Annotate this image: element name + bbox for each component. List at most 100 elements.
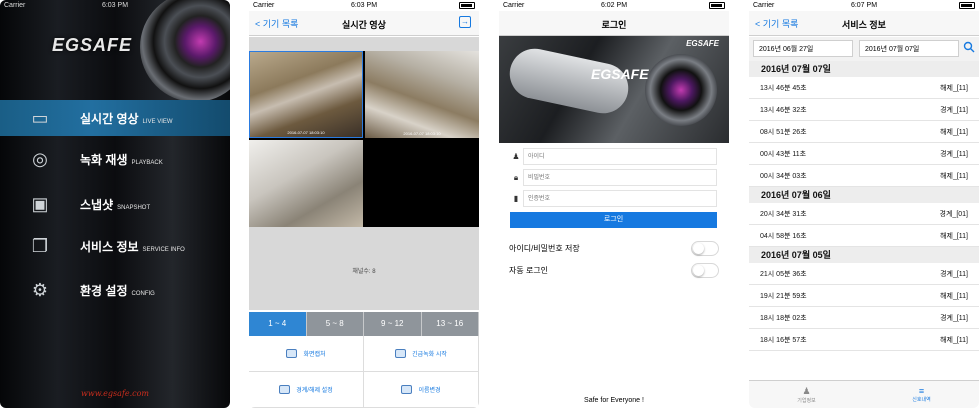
date-from-input[interactable] xyxy=(753,40,853,57)
camera-icon xyxy=(286,349,298,358)
list-item[interactable]: 04시 58분 16초 해제_[11] xyxy=(749,225,979,247)
list-icon: ≡ xyxy=(918,386,925,396)
date-section-header: 2016년 07월 07일 xyxy=(749,61,979,77)
search-icon[interactable] xyxy=(963,41,975,53)
list-item[interactable]: 13시 46분 45초 해제_[11] xyxy=(749,77,979,99)
user-icon: ♟ xyxy=(512,152,520,161)
tab-channels-1-4[interactable]: 1 ~ 4 xyxy=(249,312,307,336)
menu-label-ko: 녹화 재생 xyxy=(80,152,128,167)
login-button[interactable]: 로그인 xyxy=(510,212,717,228)
menu-label-en: PLAYBACK xyxy=(131,159,163,166)
event-type: 해제_[11] xyxy=(940,336,968,344)
save-credentials-toggle[interactable] xyxy=(691,240,719,256)
hero-banner: EGSAFE EGSAFE xyxy=(499,36,729,143)
tab-signal-history[interactable]: ≡ 신호내역 xyxy=(864,381,979,408)
event-time: 21시 05분 36초 xyxy=(760,270,807,278)
event-time: 20시 34분 31초 xyxy=(760,210,807,218)
camera-tile[interactable]: 2016-07-07 18:03:10 xyxy=(365,51,479,138)
menu-label-en: LIVE VIEW xyxy=(142,118,173,125)
camera-tile[interactable] xyxy=(365,140,479,227)
list-item[interactable]: 08시 51분 26초 해제_[11] xyxy=(749,121,979,143)
tab-company-info[interactable]: ♟ 기업정보 xyxy=(749,381,864,408)
save-credentials-label: 아이디/비밀번호 저장 xyxy=(509,243,580,253)
egsafe-logo: EGSAFE xyxy=(52,35,133,55)
auth-code-input[interactable] xyxy=(523,190,717,207)
menu-label-en: SNAPSHOT xyxy=(117,204,151,211)
save-credentials-row: 아이디/비밀번호 저장 xyxy=(509,239,719,257)
tab-channels-5-8[interactable]: 5 ~ 8 xyxy=(306,312,364,336)
device-icon: ▮ xyxy=(513,194,519,203)
event-type: 해제_[11] xyxy=(940,84,968,92)
rename-button[interactable]: 이름변경 xyxy=(364,372,479,408)
auto-login-toggle[interactable] xyxy=(691,262,719,278)
event-type: 해제_[11] xyxy=(940,172,968,180)
list-item[interactable]: 13시 46분 32초 경계_[11] xyxy=(749,99,979,121)
status-time: 6:07 PM xyxy=(850,2,878,9)
action-grid: 화면캡처 긴급녹화 시작 경계/해제 설정 이름변경 xyxy=(249,336,479,408)
menu-item-config[interactable]: ⚙ 환경 설정 CONFIG xyxy=(0,272,230,308)
menu-label-en: CONFIG xyxy=(131,290,155,297)
status-bar: Carrier 6:07 PM xyxy=(749,0,979,11)
page-title: 실시간 영상 xyxy=(342,20,386,30)
event-time: 08시 51분 26초 xyxy=(760,128,807,136)
film-reel-icon: ◎ xyxy=(32,149,48,169)
gear-icon: ⚙ xyxy=(31,280,49,300)
event-type: 해제_[11] xyxy=(940,128,968,136)
channel-tabs: 1 ~ 4 5 ~ 8 9 ~ 12 13 ~ 16 xyxy=(249,312,479,336)
list-item[interactable]: 18시 16분 57초 해제_[11] xyxy=(749,329,979,351)
emergency-record-button[interactable]: 긴급녹화 시작 xyxy=(364,336,479,372)
camera-lens-graphic xyxy=(645,54,717,126)
footer-slogan: Safe for Everyone ! xyxy=(584,397,644,404)
action-label: 화면캡처 xyxy=(303,352,326,358)
menu-item-service-info[interactable]: ❐ 서비스 정보 SERVICE INFO xyxy=(0,228,230,264)
camera-timestamp: 2016-07-07 18:03:10 xyxy=(287,130,325,135)
capture-button[interactable]: 화면캡처 xyxy=(249,336,364,372)
menu-item-live-view[interactable]: ▭ 실시간 영상 LIVE VIEW xyxy=(0,100,230,136)
battery-icon xyxy=(709,2,725,9)
service-info-screen: Carrier 6:07 PM < 기기 목록 서비스 정보 2016년 07월… xyxy=(749,0,979,408)
nav-bar: < 기기 목록 서비스 정보 xyxy=(749,11,979,36)
list-item[interactable]: 18시 18분 02초 경계_[11] xyxy=(749,307,979,329)
menu-label-ko: 환경 설정 xyxy=(80,283,128,298)
menu-item-playback[interactable]: ◎ 녹화 재생 PLAYBACK xyxy=(0,141,230,177)
status-bar: Carrier 6:03 PM xyxy=(249,0,479,11)
monitor-icon: ▭ xyxy=(31,108,49,128)
event-time: 13시 46분 45초 xyxy=(760,84,807,92)
menu-label-ko: 서비스 정보 xyxy=(80,239,139,254)
list-item[interactable]: 19시 21분 59초 해제_[11] xyxy=(749,285,979,307)
camera-timestamp: 2016-07-07 18:03:10 xyxy=(403,131,441,136)
battery-icon xyxy=(459,2,475,9)
camera-tile[interactable] xyxy=(249,140,363,227)
event-time: 00시 43분 11초 xyxy=(760,150,807,158)
action-label: 긴급녹화 시작 xyxy=(412,352,447,358)
tab-channels-9-12[interactable]: 9 ~ 12 xyxy=(364,312,422,336)
auto-login-label: 자동 로그인 xyxy=(509,265,549,275)
login-screen: Carrier 6:02 PM 로그인 EGSAFE EGSAFE ♟ 🔒︎ ▮… xyxy=(499,0,729,408)
action-label: 경계/해제 설정 xyxy=(296,388,333,394)
password-input[interactable] xyxy=(523,169,717,186)
camera-tile[interactable]: 2016-07-07 18:03:10 xyxy=(249,51,363,138)
tab-label: 기업정보 xyxy=(797,397,816,404)
id-input[interactable] xyxy=(523,148,717,165)
date-to-input[interactable] xyxy=(859,40,959,57)
status-bar: Carrier 6:02 PM xyxy=(499,0,729,11)
nav-bar: 로그인 xyxy=(499,11,729,36)
status-time: 6:02 PM xyxy=(600,2,628,9)
website-link[interactable]: www.egsafe.com xyxy=(0,389,230,398)
list-item[interactable]: 00시 43분 11초 경계_[11] xyxy=(749,143,979,165)
photo-icon: ▣ xyxy=(31,194,49,214)
date-range-bar xyxy=(749,37,979,61)
tab-label: 신호내역 xyxy=(912,397,931,403)
tab-channels-13-16[interactable]: 13 ~ 16 xyxy=(421,312,479,336)
info-card-icon: ❐ xyxy=(31,236,49,256)
edit-icon xyxy=(401,385,413,394)
menu-item-snapshot[interactable]: ▣ 스냅샷 SNAPSHOT xyxy=(0,186,230,222)
exit-icon[interactable]: → xyxy=(459,16,471,28)
camera-grid: 2016-07-07 18:03:10 2016-07-07 18:03:10 xyxy=(249,51,479,227)
list-item[interactable]: 20시 34분 31초 경계_[01] xyxy=(749,203,979,225)
list-item[interactable]: 21시 05분 36초 경계_[11] xyxy=(749,263,979,285)
egsafe-logo-small: EGSAFE xyxy=(686,39,719,48)
arm-disarm-button[interactable]: 경계/해제 설정 xyxy=(249,372,364,408)
list-item[interactable]: 00시 34분 03초 해제_[11] xyxy=(749,165,979,187)
event-time: 19시 21분 59초 xyxy=(760,292,807,300)
